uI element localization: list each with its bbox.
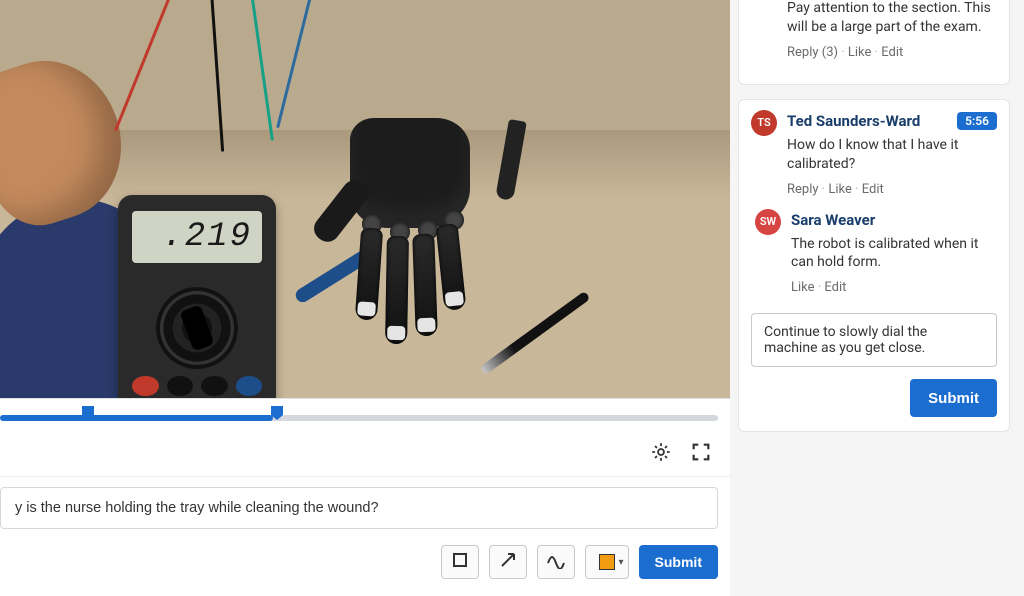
question-area: ▾ Submit (0, 476, 730, 593)
comment-body: Pay attention to the section. This will … (787, 0, 997, 37)
tool-rectangle[interactable] (441, 545, 479, 579)
avatar: TS (751, 110, 777, 136)
reply-input[interactable]: Continue to slowly dial the machine as y… (751, 313, 997, 367)
comment-body: How do I know that I have it calibrated? (787, 136, 997, 174)
like-link[interactable]: Like (822, 182, 852, 197)
gear-icon (650, 441, 672, 467)
reply-link[interactable]: Reply (3) (787, 45, 838, 60)
video-frame: .219 (0, 0, 730, 398)
chevron-down-icon: ▾ (619, 557, 624, 568)
seek-progress (0, 415, 273, 421)
pointer-icon (499, 551, 517, 573)
video-pane: .219 (0, 0, 730, 596)
tool-freehand[interactable] (537, 545, 575, 579)
video-player[interactable]: .219 (0, 0, 730, 398)
comment-author: Sara Weaver (791, 211, 875, 229)
like-link[interactable]: Like (841, 45, 871, 60)
comment-body: The robot is calibrated when it can hold… (791, 235, 997, 273)
comment: PW Professor Williams 5:37 Pay attention… (751, 0, 997, 70)
tool-pointer[interactable] (489, 545, 527, 579)
tool-color-picker[interactable]: ▾ (585, 545, 629, 579)
avatar: SW (755, 209, 781, 235)
fullscreen-button[interactable] (688, 441, 714, 467)
question-submit-button[interactable]: Submit (639, 545, 718, 579)
comment-card: PW Professor Williams 5:37 Pay attention… (738, 0, 1010, 85)
comment-actions: Reply Like Edit (787, 182, 997, 197)
edit-link[interactable]: Edit (855, 182, 884, 197)
wave-icon (546, 551, 566, 573)
comment-actions: Like Edit (791, 280, 997, 295)
seek-track[interactable] (0, 415, 718, 421)
reply-submit-button[interactable]: Submit (910, 379, 997, 417)
multimeter-reading: .219 (132, 211, 262, 263)
seek-bar[interactable] (0, 398, 730, 432)
color-swatch (599, 554, 615, 570)
comments-panel: PW Professor Williams 5:37 Pay attention… (730, 0, 1024, 596)
multimeter: .219 (118, 195, 276, 398)
like-link[interactable]: Like (791, 280, 815, 295)
settings-button[interactable] (648, 441, 674, 467)
edit-link[interactable]: Edit (875, 45, 904, 60)
comment: TS Ted Saunders-Ward 5:56 How do I know … (751, 108, 997, 207)
edit-link[interactable]: Edit (818, 280, 847, 295)
rectangle-icon (451, 551, 469, 573)
timeline-marker[interactable] (269, 405, 285, 421)
robot-hand (310, 68, 520, 328)
timeline-marker[interactable] (80, 405, 96, 421)
comment-card: TS Ted Saunders-Ward 5:56 How do I know … (738, 99, 1010, 433)
comment-reply: SW Sara Weaver The robot is calibrated w… (755, 207, 997, 306)
comment-timestamp[interactable]: 5:56 (957, 112, 997, 130)
reply-link[interactable]: Reply (787, 182, 819, 197)
video-controls (0, 432, 730, 476)
annotation-toolbar: ▾ Submit (0, 545, 718, 579)
app-root: .219 (0, 0, 1024, 596)
comment-actions: Reply (3) Like Edit (787, 45, 997, 60)
question-input[interactable] (0, 487, 718, 529)
fullscreen-icon (690, 441, 712, 467)
comment-author: Ted Saunders-Ward (787, 112, 920, 130)
